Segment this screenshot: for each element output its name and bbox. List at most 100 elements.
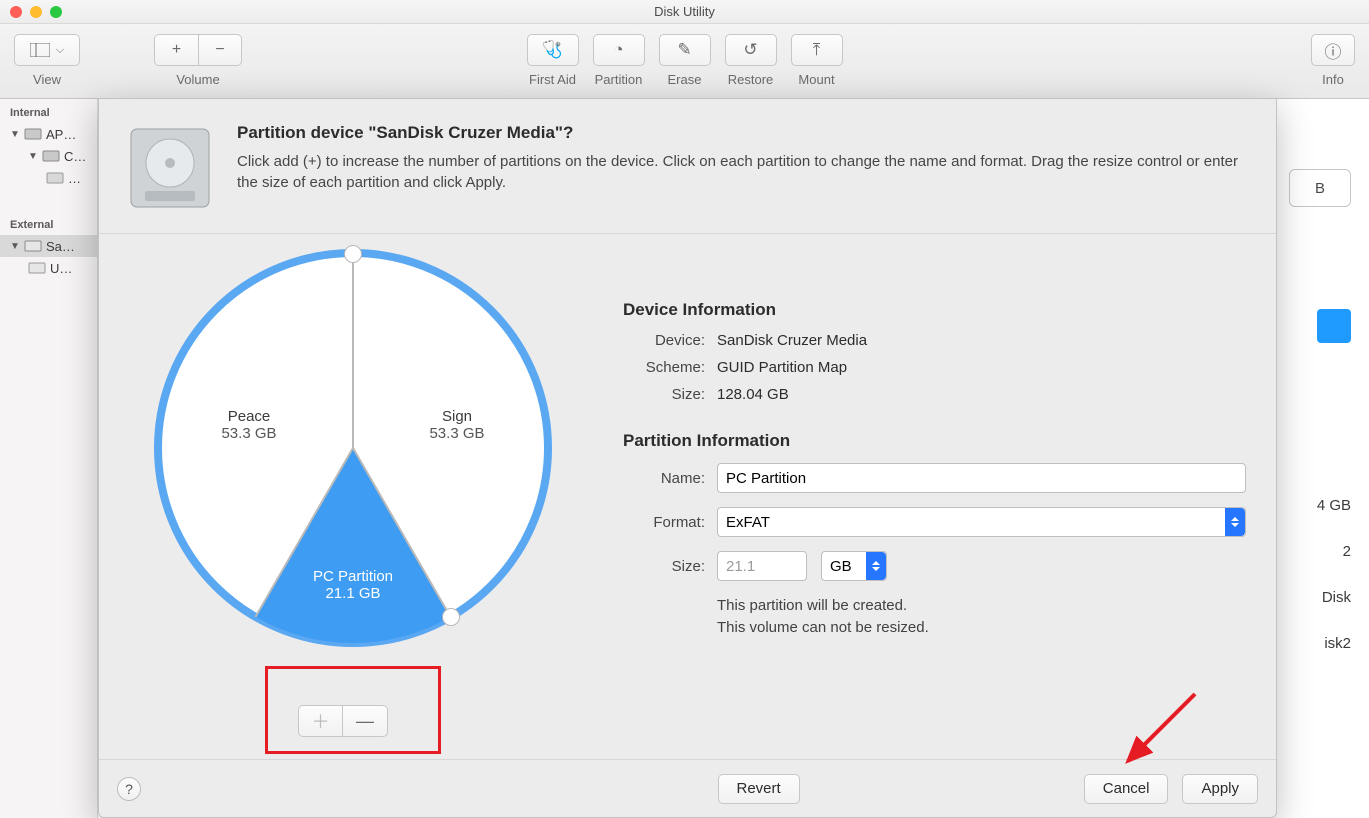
bg-text: 4 GB — [1317, 497, 1351, 514]
partition-label: Partition — [595, 72, 643, 87]
sidebar-label: C… — [64, 149, 86, 164]
partition-name: Sign — [442, 408, 472, 425]
device-info-header: Device Information — [623, 300, 1246, 320]
resize-handle[interactable] — [344, 245, 362, 263]
sidebar-label: U… — [50, 261, 72, 276]
partition-sheet: Partition device "SanDisk Cruzer Media"?… — [98, 98, 1277, 818]
updown-arrows-icon — [1225, 508, 1245, 536]
partition-size: 21.1 GB — [293, 585, 413, 602]
view-label: View — [33, 72, 61, 87]
add-partition-button: ＋ — [299, 706, 343, 736]
sidebar-internal-header: Internal — [0, 99, 97, 123]
disclosure-triangle-icon[interactable]: ▼ — [10, 129, 20, 140]
label: Size: — [623, 558, 705, 575]
partition-icon: ◔ — [613, 40, 623, 60]
hint-line: This volume can not be resized. — [717, 619, 929, 636]
window-title: Disk Utility — [0, 4, 1369, 19]
erase-button[interactable]: ✎ — [659, 34, 711, 66]
erase-icon: ✎ — [677, 40, 691, 60]
volume-icon — [46, 169, 64, 187]
partition-name: PC Partition — [313, 568, 393, 585]
mount-label: Mount — [798, 72, 834, 87]
updown-arrows-icon — [866, 552, 886, 580]
container-disk-icon — [42, 147, 60, 165]
annotation-highlight: ＋ — — [265, 666, 441, 754]
info-icon: ⓘ — [1325, 38, 1342, 63]
bg-text: isk2 — [1324, 635, 1351, 652]
pie-slice-label[interactable]: Sign 53.3 GB — [407, 408, 507, 442]
select-value: GB — [830, 558, 852, 575]
zoom-window-button[interactable] — [50, 6, 62, 18]
info-label: Info — [1322, 72, 1344, 87]
sidebar-label: AP… — [46, 127, 76, 142]
sidebar-item-sandisk[interactable]: ▼ Sa… — [0, 235, 97, 257]
pie-slice-label[interactable]: Peace 53.3 GB — [199, 408, 299, 442]
label: Format: — [623, 514, 705, 531]
restore-button[interactable]: ↺ — [725, 34, 777, 66]
partition-format-select[interactable]: ExFAT — [717, 507, 1246, 537]
plus-icon: + — [172, 41, 181, 59]
erase-label: Erase — [668, 72, 702, 87]
internal-disk-icon — [24, 125, 42, 143]
partition-size-field — [717, 551, 807, 581]
close-window-button[interactable] — [10, 6, 22, 18]
partition-info-header: Partition Information — [623, 431, 1246, 451]
toolbar-info-group: ⓘ Info — [1311, 34, 1355, 87]
sidebar-item-usb-volume[interactable]: U… — [0, 257, 97, 279]
sidebar-item-container[interactable]: ▼ C… — [0, 145, 97, 167]
firstaid-button[interactable]: 🩺 — [527, 34, 579, 66]
select-value: ExFAT — [726, 514, 770, 531]
device-name-value: SanDisk Cruzer Media — [717, 332, 867, 349]
partition-size: 53.3 GB — [407, 425, 507, 442]
restore-label: Restore — [728, 72, 774, 87]
view-button[interactable]: ⌵ — [14, 34, 80, 66]
sidebar-item-apple-ssd[interactable]: ▼ AP… — [0, 123, 97, 145]
info-column: Device Information Device: SanDisk Cruzer… — [623, 254, 1246, 754]
remove-partition-button[interactable]: — — [343, 706, 387, 736]
sheet-header: Partition device "SanDisk Cruzer Media"?… — [99, 99, 1276, 234]
help-button[interactable]: ? — [117, 777, 141, 801]
question-icon: ? — [125, 781, 133, 797]
restore-icon: ↺ — [743, 40, 757, 60]
add-remove-segmented: ＋ — — [298, 705, 388, 737]
sidebar-item-volume[interactable]: … — [0, 167, 97, 189]
disclosure-triangle-icon[interactable]: ▼ — [28, 151, 38, 162]
pie-slice-label-selected[interactable]: PC Partition 21.1 GB — [293, 568, 413, 602]
toolbar: ⌵ View + − Volume 🩺First Aid ◔Partition … — [0, 24, 1369, 99]
disclosure-triangle-icon[interactable]: ▼ — [10, 241, 20, 252]
label: Device: — [623, 332, 705, 349]
sidebar: Internal ▼ AP… ▼ C… … External ▼ Sa… U… — [0, 99, 98, 818]
firstaid-icon: 🩺 — [542, 40, 563, 60]
volume-add-button[interactable]: + — [154, 34, 198, 66]
partition-button[interactable]: ◔ — [593, 34, 645, 66]
mount-icon: ⤒ — [813, 40, 821, 60]
toolbar-center: 🩺First Aid ◔Partition ✎Erase ↺Restore ⤒M… — [527, 34, 843, 87]
chevron-down-icon: ⌵ — [56, 44, 64, 57]
volume-remove-button[interactable]: − — [198, 34, 242, 66]
volume-label: Volume — [176, 72, 219, 87]
partition-name-field[interactable] — [717, 463, 1246, 493]
size-unit-select[interactable]: GB — [821, 551, 887, 581]
hint-line: This partition will be created. — [717, 597, 907, 614]
minus-icon: − — [215, 41, 224, 59]
partition-name: Peace — [228, 408, 271, 425]
resize-handle[interactable] — [442, 608, 460, 626]
window-controls — [10, 6, 62, 18]
minus-icon: — — [356, 711, 374, 732]
bg-text: 2 — [1343, 543, 1351, 560]
apply-button[interactable]: Apply — [1182, 774, 1258, 804]
revert-button[interactable]: Revert — [718, 774, 800, 804]
minimize-window-button[interactable] — [30, 6, 42, 18]
mount-button[interactable]: ⤒ — [791, 34, 843, 66]
partition-size: 53.3 GB — [199, 425, 299, 442]
label: Scheme: — [623, 359, 705, 376]
titlebar: Disk Utility — [0, 0, 1369, 24]
cancel-button[interactable]: Cancel — [1084, 774, 1169, 804]
scheme-value: GUID Partition Map — [717, 359, 847, 376]
toolbar-view-group: ⌵ View — [14, 34, 80, 87]
hard-drive-icon — [125, 123, 215, 213]
info-button[interactable]: ⓘ — [1311, 34, 1355, 66]
partition-pie[interactable]: Peace 53.3 GB Sign 53.3 GB PC Partition … — [153, 248, 553, 648]
partition-pie-column: Peace 53.3 GB Sign 53.3 GB PC Partition … — [123, 254, 583, 754]
label: Size: — [623, 386, 705, 403]
